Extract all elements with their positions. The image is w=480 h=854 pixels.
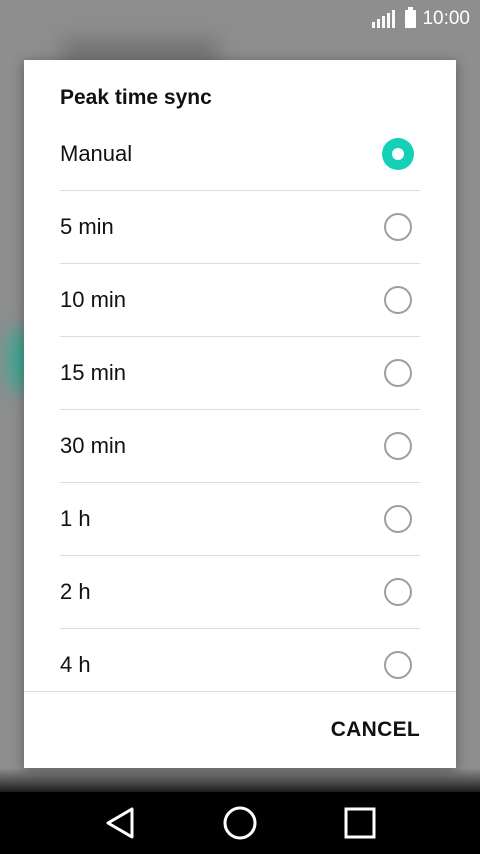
dialog-title: Peak time sync xyxy=(60,86,212,109)
option-label: 4 h xyxy=(60,652,91,677)
radio-selected-icon[interactable] xyxy=(382,138,414,170)
option-30-min[interactable]: 30 min xyxy=(60,410,420,483)
options-list[interactable]: Manual 5 min 10 min 15 min 30 min 1 h 2 … xyxy=(24,118,456,691)
option-10-min[interactable]: 10 min xyxy=(60,264,420,337)
recents-icon xyxy=(344,807,376,839)
option-manual[interactable]: Manual xyxy=(60,118,420,191)
back-icon xyxy=(106,807,134,839)
home-button[interactable] xyxy=(210,798,270,848)
radio-unselected-icon[interactable] xyxy=(384,505,412,533)
status-bar: 10:00 xyxy=(0,0,480,38)
option-label: 1 h xyxy=(60,506,91,531)
cancel-button[interactable]: CANCEL xyxy=(331,710,420,750)
option-5-min[interactable]: 5 min xyxy=(60,191,420,264)
option-label: 5 min xyxy=(60,214,114,239)
option-4-h[interactable]: 4 h xyxy=(60,629,420,691)
option-label: 30 min xyxy=(60,433,127,458)
option-label: 10 min xyxy=(60,287,127,312)
radio-unselected-icon[interactable] xyxy=(384,213,412,241)
navigation-bar xyxy=(0,792,480,854)
radio-unselected-icon[interactable] xyxy=(384,359,412,387)
signal-icon xyxy=(372,10,396,28)
recents-button[interactable] xyxy=(330,798,390,848)
peak-time-sync-dialog: Peak time sync Manual 5 min 10 min 15 mi… xyxy=(24,60,456,768)
status-time: 10:00 xyxy=(422,8,470,29)
option-label: Manual xyxy=(60,141,133,166)
radio-unselected-icon[interactable] xyxy=(384,651,412,679)
option-2-h[interactable]: 2 h xyxy=(60,556,420,629)
nav-gradient xyxy=(0,768,480,792)
option-label: 2 h xyxy=(60,579,91,604)
option-label: 15 min xyxy=(60,360,127,385)
radio-unselected-icon[interactable] xyxy=(384,432,412,460)
radio-unselected-icon[interactable] xyxy=(384,286,412,314)
screen: 10:00 Peak time sync Manual 5 min 10 min… xyxy=(0,0,480,854)
radio-unselected-icon[interactable] xyxy=(384,578,412,606)
dialog-footer: CANCEL xyxy=(24,691,456,768)
option-15-min[interactable]: 15 min xyxy=(60,337,420,410)
battery-icon xyxy=(405,7,417,28)
back-button[interactable] xyxy=(90,798,150,848)
option-1-h[interactable]: 1 h xyxy=(60,483,420,556)
home-icon xyxy=(223,806,257,840)
